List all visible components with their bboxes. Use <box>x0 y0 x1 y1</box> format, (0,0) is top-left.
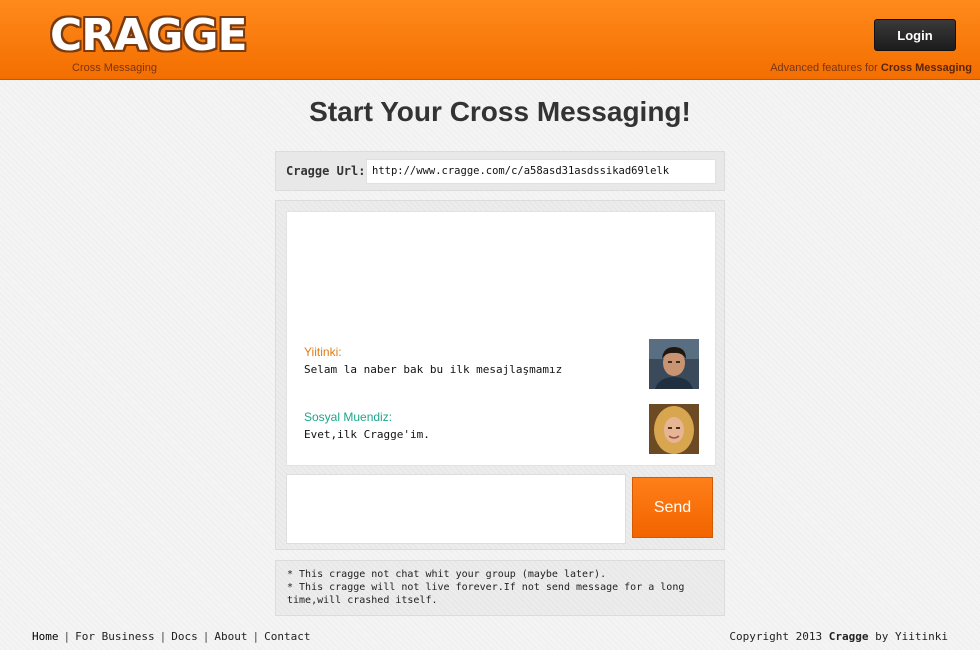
message-input[interactable] <box>286 474 626 544</box>
logo-tagline: Cross Messaging <box>72 62 157 74</box>
footer-separator: | <box>159 630 167 643</box>
message-author: Yiitinki: <box>304 345 342 359</box>
login-button[interactable]: Login <box>874 19 956 51</box>
site-header: CRAGGE Cross Messaging Login Advanced fe… <box>0 0 980 80</box>
page-title: Start Your Cross Messaging! <box>309 96 691 127</box>
footer-nav: Home | For Business | Docs | About | Con… <box>32 630 310 643</box>
url-label: Cragge Url: <box>286 164 366 178</box>
female-avatar <box>649 404 699 454</box>
header-note: Advanced features for Cross Messaging <box>770 62 972 74</box>
note-line: * This cragge not chat whit your group (… <box>287 569 607 580</box>
message-list[interactable]: Yiitinki: Selam la naber bak bu ilk mesa… <box>286 211 716 466</box>
footer-link-about[interactable]: About <box>214 630 247 643</box>
note-line: * This cragge will not live forever.If n… <box>287 582 685 606</box>
male-avatar <box>649 339 699 389</box>
footer-separator: | <box>202 630 210 643</box>
footer-separator: | <box>252 630 260 643</box>
message-item: Sosyal Muendiz: Evet,ilk Cragge'im. <box>304 404 699 462</box>
copyright-brand: Cragge <box>828 630 869 643</box>
message-item: Yiitinki: Selam la naber bak bu ilk mesa… <box>304 339 699 397</box>
copyright-prefix: Copyright 2013 <box>729 630 823 643</box>
footer-link-home[interactable]: Home <box>32 630 59 643</box>
send-button[interactable]: Send <box>632 477 713 538</box>
chat-panel: Yiitinki: Selam la naber bak bu ilk mesa… <box>275 200 725 550</box>
copyright-suffix: by Yiitinki <box>875 630 948 643</box>
footer-link-for-business[interactable]: For Business <box>75 630 154 643</box>
url-bar: Cragge Url: http://www.cragge.com/c/a58a… <box>275 151 725 191</box>
footer-separator: | <box>63 630 71 643</box>
copyright: Copyright 2013 Cragge by Yiitinki <box>729 630 948 643</box>
message-text: Selam la naber bak bu ilk mesajlaşmamız <box>304 363 563 376</box>
header-note-prefix: Advanced features for <box>770 62 878 74</box>
cragge-url-field[interactable]: http://www.cragge.com/c/a58asd31asdssika… <box>366 159 716 184</box>
cragge-logo[interactable]: CRAGGE <box>50 10 248 62</box>
notes-box: * This cragge not chat whit your group (… <box>275 560 725 616</box>
header-note-emphasis: Cross Messaging <box>880 62 972 74</box>
message-text: Evet,ilk Cragge'im. <box>304 428 430 441</box>
message-author: Sosyal Muendiz: <box>304 410 393 424</box>
footer-link-contact[interactable]: Contact <box>264 630 310 643</box>
footer-link-docs[interactable]: Docs <box>171 630 198 643</box>
